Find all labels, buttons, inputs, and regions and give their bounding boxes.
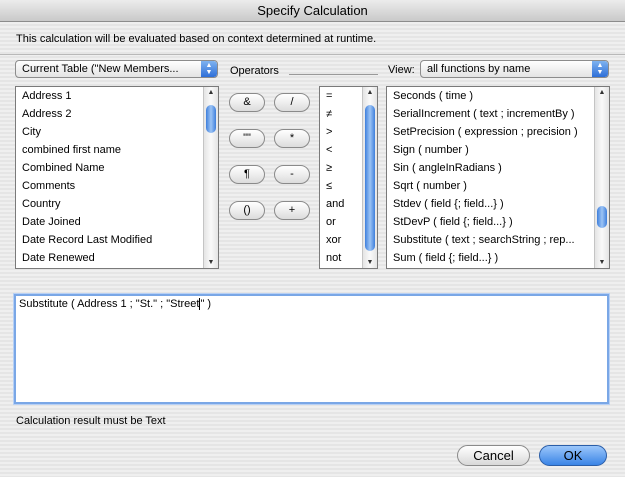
parentheses-button[interactable]: ()	[229, 201, 265, 220]
popup-arrows-icon: ▲ ▼	[592, 61, 608, 77]
scroll-up-icon[interactable]: ▲	[595, 89, 609, 96]
cancel-button[interactable]: Cancel	[457, 445, 530, 466]
view-label: View:	[388, 64, 415, 76]
fields-scrollbar[interactable]: ▲ ▼	[203, 87, 218, 268]
fields-list[interactable]: Address 1 Address 2 City combined first nam…	[15, 86, 219, 269]
function-list-item[interactable]: Sin ( angleInRadians )	[387, 159, 609, 177]
description-text: This calculation will be evaluated based…	[16, 33, 377, 45]
function-list-item[interactable]: Sqrt ( number )	[387, 177, 609, 195]
minus-button[interactable]: -	[274, 165, 310, 184]
formula-editor[interactable]: Substitute ( Address 1 ; "St." ; "Street…	[14, 294, 609, 404]
operators-scroll-thumb[interactable]	[365, 105, 375, 251]
operators-list[interactable]: = ≠ > < ≥ ≤ and or xor not ▲ ▼	[319, 86, 378, 269]
field-list-item[interactable]: Address 2	[16, 105, 218, 123]
function-list-item[interactable]: StDevP ( field {; field...} )	[387, 213, 609, 231]
function-list-item[interactable]: Seconds ( time )	[387, 87, 609, 105]
function-list-item[interactable]: Sign ( number )	[387, 141, 609, 159]
operators-rule	[289, 74, 378, 75]
window-title: Specify Calculation	[0, 0, 625, 22]
fields-scroll-thumb[interactable]	[206, 105, 216, 133]
quotes-button[interactable]: ""	[229, 129, 265, 148]
functions-scroll-thumb[interactable]	[597, 206, 607, 228]
function-list-item[interactable]: Sum ( field {; field...} )	[387, 249, 609, 267]
function-list-item[interactable]: SetPrecision ( expression ; precision )	[387, 123, 609, 141]
function-list-item[interactable]: Substitute ( text ; searchString ; rep..…	[387, 231, 609, 249]
operators-label: Operators	[230, 65, 279, 77]
multiply-button[interactable]: *	[274, 129, 310, 148]
table-popup[interactable]: Current Table ("New Members... ▲ ▼	[15, 60, 218, 78]
field-list-item[interactable]: Address 1	[16, 87, 218, 105]
field-list-item[interactable]: City	[16, 123, 218, 141]
field-list-item[interactable]: Country	[16, 195, 218, 213]
scroll-up-icon[interactable]: ▲	[363, 89, 377, 96]
formula-text-before-caret: Substitute ( Address 1 ; "St." ; "Street	[19, 298, 200, 310]
operators-scrollbar[interactable]: ▲ ▼	[362, 87, 377, 268]
table-popup-value: Current Table ("New Members...	[22, 63, 179, 75]
field-list-item[interactable]: Comments	[16, 177, 218, 195]
divide-button[interactable]: /	[274, 93, 310, 112]
popup-arrows-icon: ▲ ▼	[201, 61, 217, 77]
function-list-item[interactable]: SerialIncrement ( text ; incrementBy )	[387, 105, 609, 123]
function-list-item[interactable]: Stdev ( field {; field...} )	[387, 195, 609, 213]
pilcrow-button[interactable]: ¶	[229, 165, 265, 184]
scroll-down-icon[interactable]: ▼	[204, 259, 218, 266]
scroll-down-icon[interactable]: ▼	[363, 259, 377, 266]
dialog-body: This calculation will be evaluated based…	[0, 22, 625, 477]
field-list-item[interactable]: Combined Name	[16, 159, 218, 177]
functions-list[interactable]: Seconds ( time ) SerialIncrement ( text ;…	[386, 86, 610, 269]
result-type-text: Calculation result must be Text	[16, 415, 166, 427]
scroll-up-icon[interactable]: ▲	[204, 89, 218, 96]
plus-button[interactable]: +	[274, 201, 310, 220]
field-list-item[interactable]: Date Record Last Modified	[16, 231, 218, 249]
ampersand-button[interactable]: &	[229, 93, 265, 112]
field-list-item[interactable]: Date Renewed	[16, 249, 218, 267]
divider	[0, 54, 625, 55]
view-popup-value: all functions by name	[427, 63, 531, 75]
functions-scrollbar[interactable]: ▲ ▼	[594, 87, 609, 268]
scroll-down-icon[interactable]: ▼	[595, 259, 609, 266]
formula-text-after-caret: " )	[200, 298, 212, 310]
view-popup[interactable]: all functions by name ▲ ▼	[420, 60, 609, 78]
field-list-item[interactable]: Date Joined	[16, 213, 218, 231]
field-list-item[interactable]: combined first name	[16, 141, 218, 159]
ok-button[interactable]: OK	[539, 445, 607, 466]
